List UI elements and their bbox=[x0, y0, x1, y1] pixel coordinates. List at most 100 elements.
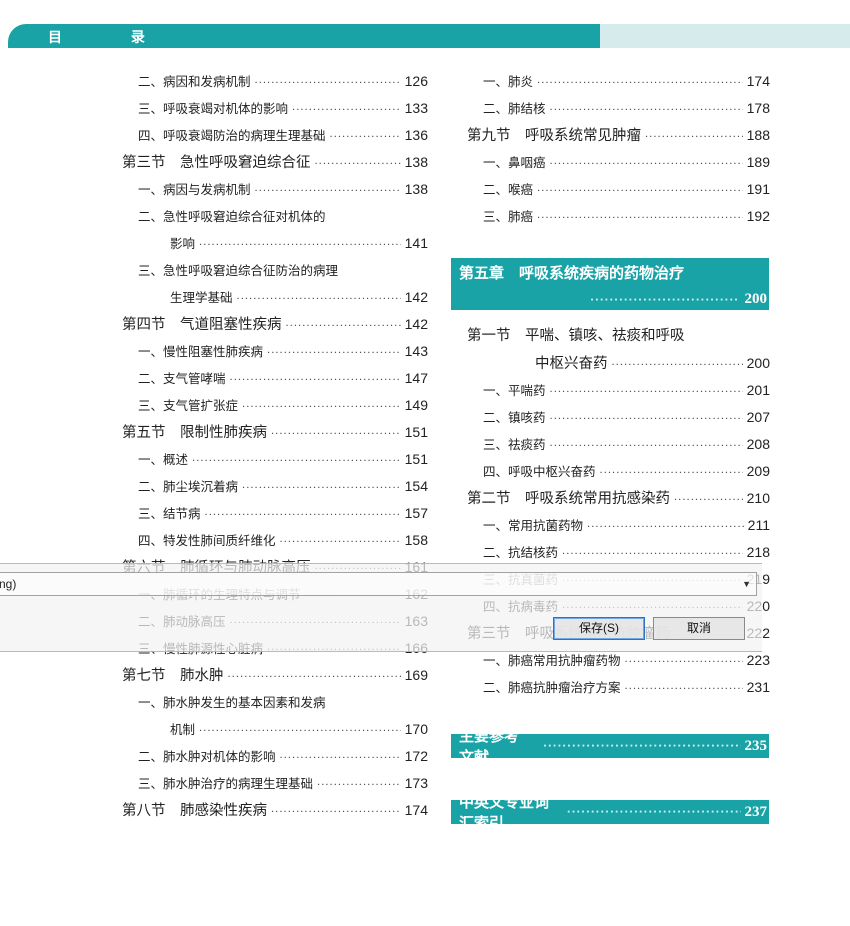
toc-entry: 一、常用抗菌药物 211 bbox=[467, 512, 770, 539]
file-type-select[interactable]: ng) ▼ bbox=[0, 572, 757, 596]
toc-entry-title: 第一节 平喘、镇咳、祛痰和呼吸 bbox=[467, 328, 685, 344]
toc-entry: 二、肺水肿对机体的影响 172 bbox=[122, 743, 428, 770]
toc-entry-title: 二、急性呼吸窘迫综合征对机体的 bbox=[138, 209, 326, 224]
toc-entry-title: 第五节 限制性肺疾病 bbox=[122, 425, 267, 441]
toc-entry-page: 138 bbox=[404, 154, 428, 170]
toc-entry: 一、概述 151 bbox=[122, 446, 428, 473]
toc-leader-dots bbox=[612, 352, 743, 377]
toc-leader-dots bbox=[674, 487, 743, 512]
page-title: 目 录 bbox=[48, 30, 177, 46]
index-page: 237 bbox=[744, 803, 768, 820]
references-heading: 主要参考文献 235 bbox=[451, 727, 769, 766]
toc-entry: 三、支气管扩张症 149 bbox=[122, 392, 428, 419]
toc-entry-title: 一、慢性阻塞性肺疾病 bbox=[138, 344, 264, 359]
toc-entry-title: 二、肺水肿对机体的影响 bbox=[138, 749, 276, 764]
index-leader bbox=[567, 807, 741, 818]
toc-entry-page: 141 bbox=[404, 235, 428, 251]
toc-entry-page: 143 bbox=[404, 343, 428, 359]
toc-entry: 三、呼吸衰竭对机体的影响 133 bbox=[122, 95, 428, 122]
toc-entry: 四、呼吸衰竭防治的病理生理基础 136 bbox=[122, 122, 428, 149]
toc-leader-dots bbox=[255, 70, 401, 95]
toc-leader-dots bbox=[267, 340, 401, 365]
toc-entry: 二、病因和发病机制 126 bbox=[122, 68, 428, 95]
toc-entry-page: 151 bbox=[404, 424, 428, 440]
toc-entry-page: 154 bbox=[404, 478, 428, 494]
header-band-light bbox=[600, 24, 850, 48]
toc-entry-page: 188 bbox=[746, 127, 770, 143]
toc-leader-dots bbox=[271, 799, 401, 824]
toc-leader-dots bbox=[237, 286, 401, 311]
toc-entry-page: 208 bbox=[746, 436, 770, 452]
toc-entry: 第五节 限制性肺疾病 151 bbox=[122, 419, 428, 446]
toc-entry-page: 178 bbox=[746, 100, 770, 116]
toc-entry-title: 二、肺结核 bbox=[483, 101, 546, 116]
toc-entry-page: 138 bbox=[404, 181, 428, 197]
toc-entry-page: 147 bbox=[404, 370, 428, 386]
toc-left-column: 二、病因和发病机制 126 三、呼吸衰竭对机体的影响 133 四、呼吸衰竭防治的病理生理… bbox=[122, 68, 428, 824]
toc-leader-dots bbox=[550, 433, 743, 458]
toc-entry: 中枢兴奋药 200 bbox=[467, 350, 770, 377]
toc-entry-page: 157 bbox=[404, 505, 428, 521]
toc-entry-title: 三、呼吸衰竭对机体的影响 bbox=[138, 101, 289, 116]
toc-leader-dots bbox=[315, 151, 401, 176]
toc-entry-title: 中枢兴奋药 bbox=[535, 356, 608, 372]
save-button[interactable]: 保存(S) bbox=[553, 617, 645, 640]
toc-entry: 第七节 肺水肿 169 bbox=[122, 662, 428, 689]
toc-entry-title: 第八节 肺感染性疾病 bbox=[122, 803, 267, 819]
toc-entry-page: 158 bbox=[404, 532, 428, 548]
toc-leader-dots bbox=[330, 124, 401, 149]
header-band: 目 录 bbox=[0, 24, 850, 48]
toc-entry-title: 一、常用抗菌药物 bbox=[483, 518, 584, 533]
toc-entry-page: 174 bbox=[404, 802, 428, 818]
toc-entry: 四、呼吸中枢兴奋药 209 bbox=[467, 458, 770, 485]
toc-entry: 第四节 气道阻塞性疾病 142 bbox=[122, 311, 428, 338]
toc-entry-page: 133 bbox=[404, 100, 428, 116]
toc-entry-title: 四、特发性肺间质纤维化 bbox=[138, 533, 276, 548]
toc-leader-dots bbox=[228, 664, 401, 689]
toc-entry: 二、支气管哮喘 147 bbox=[122, 365, 428, 392]
toc-leader-dots bbox=[587, 514, 744, 539]
index-heading: 中英文专业词汇索引 237 bbox=[451, 793, 769, 832]
toc-entry: 第二节 呼吸系统常用抗感染药 210 bbox=[467, 485, 770, 512]
toc-entry-title: 一、肺炎 bbox=[483, 74, 534, 89]
toc-entry-title: 四、呼吸中枢兴奋药 bbox=[483, 464, 596, 479]
toc-leader-dots bbox=[625, 676, 743, 701]
toc-entry-title: 二、肺尘埃沉着病 bbox=[138, 479, 239, 494]
toc-leader-dots bbox=[192, 448, 401, 473]
toc-entry-title: 第三节 急性呼吸窘迫综合征 bbox=[122, 155, 311, 171]
toc-entry: 二、肺尘埃沉着病 154 bbox=[122, 473, 428, 500]
toc-leader-dots bbox=[537, 178, 743, 203]
toc-entry-title: 二、喉癌 bbox=[483, 182, 534, 197]
toc-leader-dots bbox=[550, 379, 743, 404]
toc-entry-page: 189 bbox=[746, 154, 770, 170]
toc-entry: 二、肺癌抗肿瘤治疗方案 231 bbox=[467, 674, 770, 701]
toc-entry: 四、特发性肺间质纤维化 158 bbox=[122, 527, 428, 554]
toc-entry-title: 影响 bbox=[170, 236, 196, 251]
toc-leader-dots bbox=[242, 475, 401, 500]
toc-entry: 二、镇咳药 207 bbox=[467, 404, 770, 431]
toc-entry-title: 三、结节病 bbox=[138, 506, 201, 521]
toc-entry: 二、喉癌 191 bbox=[467, 176, 770, 203]
toc-entry-page: 191 bbox=[746, 181, 770, 197]
toc-entry-page: 231 bbox=[746, 679, 770, 695]
toc-leader-dots bbox=[550, 97, 743, 122]
toc-entry-title: 三、祛痰药 bbox=[483, 437, 546, 452]
toc-entry-page: 200 bbox=[746, 355, 770, 371]
toc-leader-dots bbox=[280, 529, 401, 554]
references-leader bbox=[543, 741, 740, 752]
toc-entry: 一、平喘药 201 bbox=[467, 377, 770, 404]
toc-leader-dots bbox=[550, 406, 743, 431]
chevron-down-icon[interactable]: ▼ bbox=[742, 573, 751, 595]
toc-entry: 第一节 平喘、镇咳、祛痰和呼吸 bbox=[467, 323, 770, 350]
references-title: 主要参考文献 bbox=[459, 727, 520, 766]
toc-entry-title: 三、急性呼吸窘迫综合征防治的病理 bbox=[138, 263, 339, 278]
toc-entry-title: 机制 bbox=[170, 722, 196, 737]
index-title: 中英文专业词汇索引 bbox=[459, 793, 550, 832]
toc-entry: 二、肺结核 178 bbox=[467, 95, 770, 122]
toc-leader-dots bbox=[205, 502, 401, 527]
toc-entry: 影响 141 bbox=[122, 230, 428, 257]
toc-entry-title: 第七节 肺水肿 bbox=[122, 668, 224, 684]
toc-leader-dots bbox=[199, 232, 401, 257]
file-type-value: ng) bbox=[0, 577, 17, 591]
cancel-button[interactable]: 取消 bbox=[653, 617, 745, 640]
